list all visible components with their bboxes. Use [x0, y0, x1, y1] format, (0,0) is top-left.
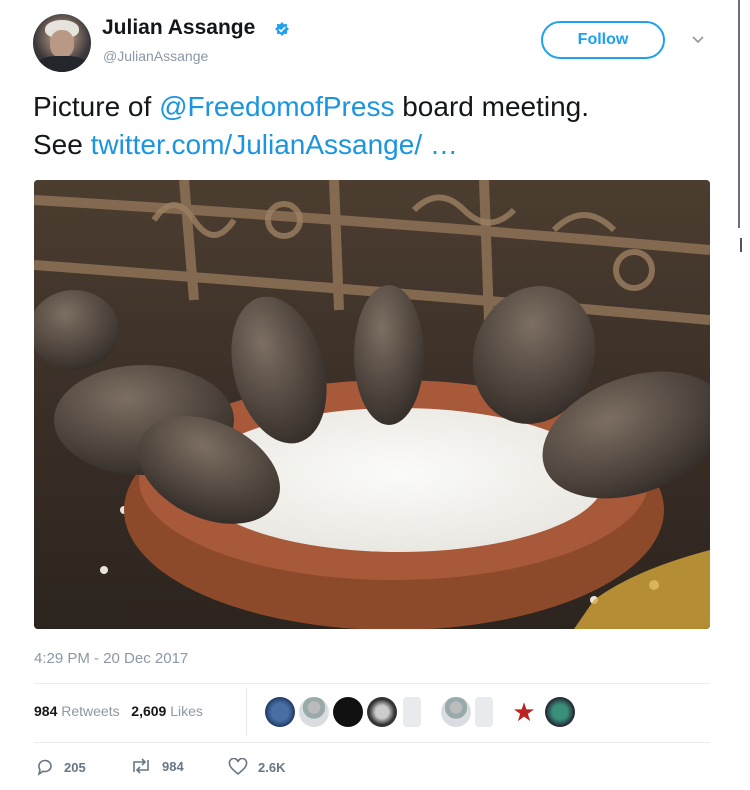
window-edge-line — [738, 0, 740, 228]
reply-icon — [37, 759, 52, 776]
author-handle[interactable]: @JulianAssange — [103, 48, 208, 64]
retweets-label[interactable]: Retweets — [61, 703, 119, 719]
retweets-count[interactable]: 984 — [34, 703, 57, 719]
retweet-icon — [133, 758, 149, 774]
divider-bottom — [34, 742, 710, 743]
tweet-timestamp[interactable]: 4:29 PM - 20 Dec 2017 — [34, 650, 188, 667]
retweet-count: 984 — [162, 758, 184, 774]
liker-avatar[interactable] — [299, 697, 329, 727]
reply-count: 205 — [64, 759, 86, 775]
star-avatar[interactable]: ★ — [509, 697, 539, 727]
tweet-photo[interactable] — [34, 180, 710, 629]
likes-label[interactable]: Likes — [170, 703, 203, 719]
stats-separator — [246, 688, 247, 736]
liker-avatar[interactable] — [333, 697, 363, 727]
likes-count[interactable]: 2,609 — [131, 703, 166, 719]
tweet-text-prefix: Picture of — [33, 91, 160, 122]
liker-avatar[interactable] — [475, 697, 493, 727]
follow-button[interactable]: Follow — [541, 21, 665, 59]
liker-avatar[interactable] — [545, 697, 575, 727]
retweet-action[interactable]: 984 — [130, 758, 184, 774]
like-action[interactable]: 2.6K — [228, 758, 285, 776]
like-count: 2.6K — [258, 759, 286, 775]
avatar-suit — [37, 56, 87, 72]
divider-top — [34, 683, 710, 684]
liker-avatar[interactable] — [441, 697, 471, 727]
liker-avatar[interactable] — [367, 697, 397, 727]
tweet-text-see: See — [33, 129, 91, 160]
liker-avatar[interactable] — [265, 697, 295, 727]
tweet-text-suffix: board meeting. — [394, 91, 590, 122]
mention-link[interactable]: @FreedomofPress — [159, 91, 394, 122]
reply-action[interactable]: 205 — [36, 758, 86, 776]
heart-icon — [228, 758, 248, 776]
author-name[interactable]: Julian Assange — [102, 16, 255, 40]
tweet-stats: 984 Retweets 2,609 Likes — [34, 703, 203, 719]
url-link[interactable]: twitter.com/JulianAssange/ … — [91, 129, 458, 160]
tweet-text: Picture of @FreedomofPress board meeting… — [33, 88, 723, 164]
liker-avatar[interactable] — [403, 697, 421, 727]
rats-drinking-milk-image — [34, 180, 710, 629]
avatar-face — [50, 30, 74, 58]
chevron-down-icon[interactable] — [692, 36, 704, 44]
verified-badge-icon — [275, 22, 289, 36]
window-edge-tick — [740, 238, 750, 252]
author-avatar[interactable] — [33, 14, 91, 72]
